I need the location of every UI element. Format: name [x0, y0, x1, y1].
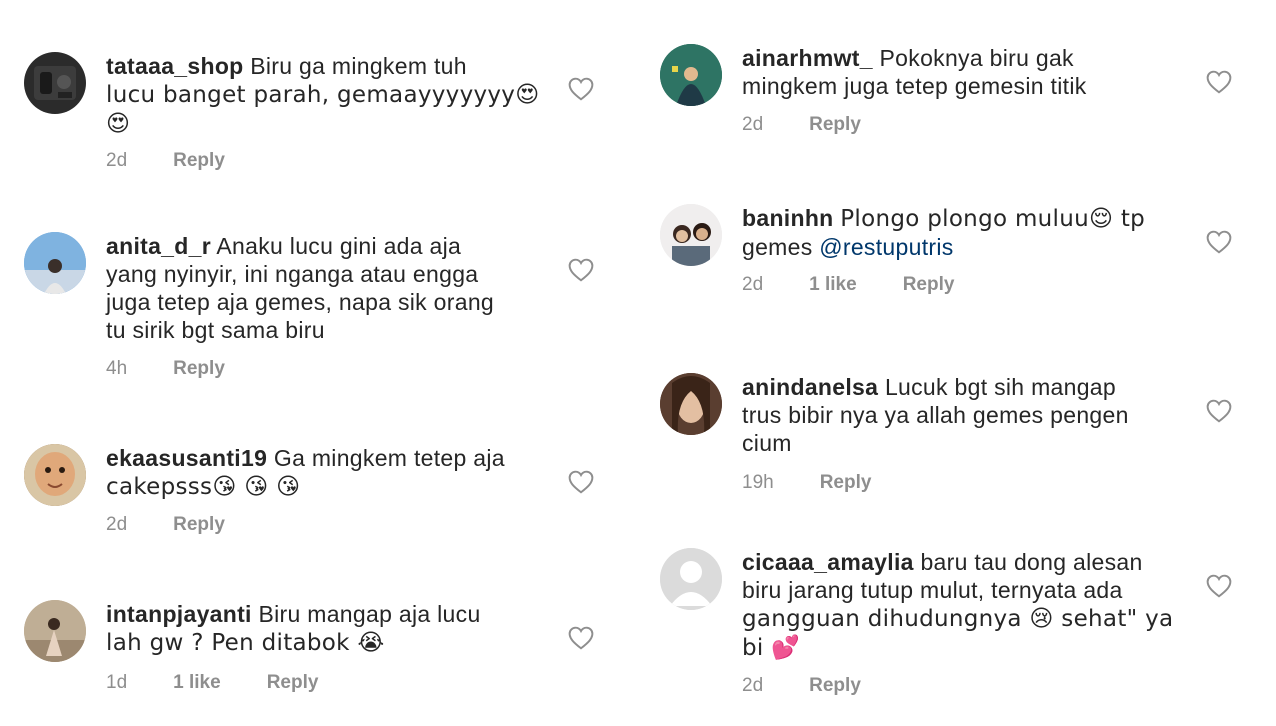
username[interactable]: ainarhmwt_ — [742, 45, 873, 71]
comment-text-line: Biru mangap aja lucu — [258, 601, 481, 627]
avatar[interactable] — [660, 548, 722, 610]
comment-text-line: bi 💕 — [742, 635, 801, 661]
comment-body: tataaa_shop Biru ga mingkem tuh lucu ban… — [106, 52, 540, 138]
right-comment-column: ainarhmwt_ Pokoknya biru gak mingkem jug… — [636, 0, 1276, 726]
comment-text-line: juga tetep aja gemes, napa sik orang — [106, 289, 494, 315]
comment-meta: 1d 1 like Reply — [106, 672, 364, 694]
timestamp: 2d — [106, 514, 128, 535]
comment-text-line: cium — [742, 430, 792, 456]
heart-outline-icon[interactable] — [568, 77, 594, 101]
heart-outline-icon[interactable] — [568, 470, 594, 494]
comment-text-line: Anaku lucu gini ada aja — [216, 233, 462, 259]
comment-body: anita_d_r Anaku lucu gini ada aja yang n… — [106, 232, 494, 344]
comment-body: cicaaa_amaylia baru tau dong alesan biru… — [742, 548, 1173, 662]
comment-text-line: Plongo plongo muluu😌 tp — [840, 206, 1146, 232]
comment-body: anindanelsa Lucuk bgt sih mangap trus bi… — [742, 373, 1129, 457]
comment-text-line: Pokoknya biru gak — [879, 45, 1074, 71]
comment-text-line: trus bibir nya ya allah gemes pengen — [742, 402, 1129, 428]
username[interactable]: ekaasusanti19 — [106, 445, 267, 471]
comment-text-line: gemes — [742, 234, 820, 260]
comment-text-line: lah gw ? Pen ditabok 😭 — [106, 630, 385, 656]
comment-text-line: 😍 — [106, 111, 131, 137]
avatar[interactable] — [660, 44, 722, 106]
avatar[interactable] — [24, 232, 86, 294]
reply-button[interactable]: Reply — [809, 675, 861, 697]
like-count[interactable]: 1 like — [809, 274, 857, 296]
timestamp: 2d — [742, 114, 764, 135]
comment-text-line: gangguan dihudungnya 😢 sehat" ya — [742, 606, 1174, 632]
comment-text-line: biru jarang tutup mulut, ternyata ada — [742, 577, 1123, 603]
avatar[interactable] — [24, 52, 86, 114]
comment-body: intanpjayanti Biru mangap aja lucu lah g… — [106, 600, 481, 657]
reply-button[interactable]: Reply — [173, 514, 225, 536]
avatar[interactable] — [24, 600, 86, 662]
comment-text-line: mingkem juga tetep gemesin titik — [742, 73, 1087, 99]
username[interactable]: intanpjayanti — [106, 601, 252, 627]
username[interactable]: baninhn — [742, 205, 834, 231]
comment-body: ainarhmwt_ Pokoknya biru gak mingkem jug… — [742, 44, 1087, 100]
timestamp: 2d — [742, 675, 764, 696]
like-count[interactable]: 1 like — [173, 672, 221, 694]
timestamp: 1d — [106, 672, 128, 693]
timestamp: 2d — [106, 150, 128, 171]
timestamp: 19h — [742, 472, 774, 493]
comment-text-line: Biru ga mingkem tuh — [250, 53, 467, 79]
mention-link[interactable]: @restuputris — [819, 234, 953, 260]
comment-meta: 4h Reply — [106, 358, 271, 380]
comment-text-line: cakepsss😘 😘 😘 — [106, 474, 301, 500]
heart-outline-icon[interactable] — [1206, 230, 1232, 254]
timestamp: 4h — [106, 358, 128, 379]
comment-body: baninhn Plongo plongo muluu😌 tp gemes @r… — [742, 204, 1145, 261]
comment-text-line: Ga mingkem tetep aja — [273, 445, 505, 471]
reply-button[interactable]: Reply — [820, 472, 872, 494]
avatar[interactable] — [660, 204, 722, 266]
heart-outline-icon[interactable] — [1206, 574, 1232, 598]
comment-meta: 2d Reply — [742, 675, 907, 697]
comment-meta: 2d 1 like Reply — [742, 274, 1000, 296]
reply-button[interactable]: Reply — [903, 274, 955, 296]
username[interactable]: cicaaa_amaylia — [742, 549, 914, 575]
heart-outline-icon[interactable] — [1206, 70, 1232, 94]
comment-text-line: lucu banget parah, gemaayyyyyyy😍 — [106, 82, 540, 108]
reply-button[interactable]: Reply — [173, 150, 225, 172]
comment-text-line: Lucuk bgt sih mangap — [884, 374, 1116, 400]
avatar[interactable] — [660, 373, 722, 435]
timestamp: 2d — [742, 274, 764, 295]
comment-text-line: yang nyinyir, ini nganga atau engga — [106, 261, 479, 287]
comment-meta: 2d Reply — [106, 514, 271, 536]
reply-button[interactable]: Reply — [267, 672, 319, 694]
comment-meta: 2d Reply — [106, 150, 271, 172]
heart-outline-icon[interactable] — [568, 258, 594, 282]
heart-outline-icon[interactable] — [568, 626, 594, 650]
left-comment-column: tataaa_shop Biru ga mingkem tuh lucu ban… — [0, 0, 620, 726]
heart-outline-icon[interactable] — [1206, 399, 1232, 423]
comment-meta: 2d Reply — [742, 114, 907, 136]
avatar[interactable] — [24, 444, 86, 506]
reply-button[interactable]: Reply — [173, 358, 225, 380]
username[interactable]: anindanelsa — [742, 374, 878, 400]
reply-button[interactable]: Reply — [809, 114, 861, 136]
username[interactable]: tataaa_shop — [106, 53, 244, 79]
comment-meta: 19h Reply — [742, 472, 917, 494]
username[interactable]: anita_d_r — [106, 233, 211, 259]
comment-text-line: tu sirik bgt sama biru — [106, 317, 325, 343]
comment-text-line: baru tau dong alesan — [920, 549, 1143, 575]
comment-body: ekaasusanti19 Ga mingkem tetep aja cakep… — [106, 444, 505, 501]
